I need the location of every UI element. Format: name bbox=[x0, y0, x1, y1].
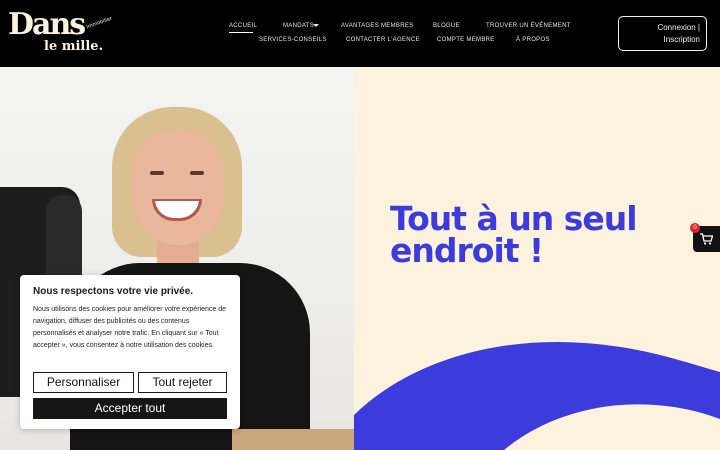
nav-compte-membre[interactable]: Compte membre bbox=[437, 36, 495, 44]
nav-blogue[interactable]: Blogue bbox=[433, 22, 460, 30]
logo-tagline: Immobilier bbox=[85, 15, 113, 31]
nav-accueil[interactable]: Accueil bbox=[229, 22, 257, 30]
nav-mandats[interactable]: Mandats bbox=[283, 22, 314, 30]
nav-active-indicator bbox=[229, 32, 253, 33]
nav-services-conseils[interactable]: Services-conseils bbox=[259, 36, 327, 44]
hero-headline: Tout à un seul endroit ! bbox=[390, 199, 638, 270]
login-signup-button[interactable]: Connexion | Inscription bbox=[618, 16, 707, 51]
decorative-wave bbox=[354, 341, 720, 450]
reject-all-button[interactable]: Tout rejeter bbox=[138, 372, 227, 393]
chevron-down-icon[interactable] bbox=[313, 24, 319, 27]
nav-trouver-evenement[interactable]: Trouver un événement bbox=[486, 22, 571, 30]
cart-icon bbox=[700, 233, 713, 245]
logo-subtitle: le mille. bbox=[44, 39, 104, 54]
login-label: Connexion | Inscription bbox=[657, 23, 700, 44]
cookie-description: Nous utilisons des cookies pour améliore… bbox=[33, 306, 226, 349]
cart-count-badge: 0 bbox=[690, 223, 700, 233]
person-eye-left bbox=[150, 171, 164, 175]
nav-contacter-agence[interactable]: Contacter l'agence bbox=[346, 36, 420, 44]
customize-button[interactable]: Personnaliser bbox=[33, 372, 134, 393]
logo-wordmark: Dans bbox=[8, 7, 86, 42]
person-eye-right bbox=[190, 171, 204, 175]
cookie-title: Nous respectons votre vie privée. bbox=[33, 286, 194, 297]
nav-a-propos[interactable]: À propos bbox=[516, 36, 550, 44]
nav-avantages-membres[interactable]: Avantages membres bbox=[341, 22, 413, 30]
desk bbox=[232, 429, 354, 450]
logo[interactable]: Dans Immobilier le mille. bbox=[8, 8, 120, 58]
accept-all-button[interactable]: Accepter tout bbox=[33, 398, 227, 419]
site-header: Dans Immobilier le mille. Accueil Mandat… bbox=[0, 0, 720, 67]
hero-panel: Tout à un seul endroit ! bbox=[354, 67, 720, 450]
person-face bbox=[132, 129, 224, 245]
cookie-consent-dialog: Nous respectons votre vie privée. Nous u… bbox=[20, 275, 240, 429]
